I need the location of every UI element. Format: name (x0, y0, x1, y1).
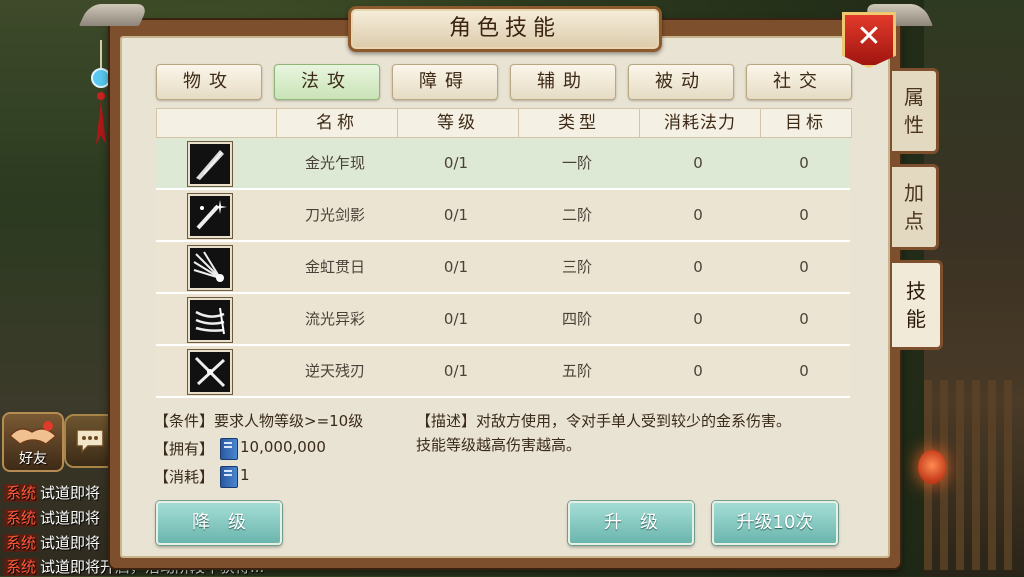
downgrade-button[interactable]: 降 级 (156, 501, 282, 545)
skill-name: 刀光剑影 (304, 206, 365, 224)
side-tab-label: 属 (904, 85, 924, 109)
tab-physical-attack[interactable]: 物攻 (156, 64, 262, 100)
side-tab-points[interactable]: 加 点 (892, 164, 939, 250)
side-tab-label: 能 (906, 307, 926, 331)
chat-line: 系统 试道即将 (4, 534, 101, 552)
chat-line: 系统 试道即将 (4, 484, 101, 502)
tab-magic-attack[interactable]: 法攻 (274, 64, 380, 100)
skill-type: 四阶 (561, 310, 592, 328)
owned-value: 10,000,000 (240, 438, 326, 456)
skill-book-icon (220, 438, 238, 460)
skill-target: 0 (799, 206, 809, 224)
upgrade-button[interactable]: 升 级 (568, 501, 694, 545)
skill-type: 五阶 (561, 362, 592, 380)
sparkle-blade-icon (188, 194, 232, 238)
chat-bubble-icon (76, 429, 104, 454)
cost-value: 1 (240, 466, 250, 484)
handshake-icon (8, 421, 58, 445)
table-row[interactable]: 金光乍现 0/1 一阶 0 0 (156, 138, 850, 190)
side-tab-label: 性 (904, 113, 924, 137)
description-line-1: 【描述】对敌方使用，令对手单人受到较少的金系伤害。 (416, 412, 792, 430)
page-title: 角色技能 (448, 16, 561, 41)
owned-label: 【拥有】 (154, 440, 215, 458)
side-tab-label: 加 (904, 181, 924, 205)
side-tab-skills[interactable]: 技 能 (892, 260, 943, 350)
table-row[interactable]: 逆天残刃 0/1 五阶 0 0 (156, 346, 850, 398)
skill-target: 0 (799, 154, 809, 172)
tab-social[interactable]: 社交 (746, 64, 852, 100)
side-tab-attributes[interactable]: 属 性 (892, 68, 939, 154)
skill-level: 0/1 (443, 310, 469, 328)
side-tab-label: 点 (904, 209, 924, 233)
condition-text: 【条件】要求人物等级>=10级 (154, 412, 364, 430)
table-row[interactable]: 金虹贯日 0/1 三阶 0 0 (156, 242, 850, 294)
spear-strike-icon (188, 142, 232, 186)
table-header: 名称 等级 类型 消耗法力 目标 (156, 108, 852, 138)
column-header-type: 类型 (518, 109, 639, 137)
skill-type: 二阶 (561, 206, 592, 224)
skills-table: 名称 等级 类型 消耗法力 目标 金光乍现 0/1 一阶 0 0 刀光剑影 0/… (156, 108, 852, 398)
tab-passive[interactable]: 被动 (628, 64, 734, 100)
column-header-mana: 消耗法力 (639, 109, 760, 137)
table-row[interactable]: 流光异彩 0/1 四阶 0 0 (156, 294, 850, 346)
skill-type: 三阶 (561, 258, 592, 276)
skill-name: 逆天残刃 (304, 362, 365, 380)
cost-label: 【消耗】 (154, 468, 215, 486)
side-tab-label: 技 (906, 279, 926, 303)
table-row[interactable]: 刀光剑影 0/1 二阶 0 0 (156, 190, 850, 242)
skill-mana: 0 (693, 154, 703, 172)
panel-corner-left (78, 4, 150, 26)
column-header-level: 等级 (397, 109, 518, 137)
trident-flow-icon (188, 298, 232, 342)
description-line-2: 技能等级越高伤害越高。 (416, 436, 582, 454)
cross-blades-icon (188, 350, 232, 394)
skill-mana: 0 (693, 362, 703, 380)
lantern-icon (918, 450, 946, 484)
friend-button[interactable]: 好友 (2, 412, 64, 472)
column-header-target: 目标 (760, 109, 851, 137)
skill-name: 金光乍现 (304, 154, 365, 172)
tab-obstruction[interactable]: 障碍 (392, 64, 498, 100)
skill-mana: 0 (693, 310, 703, 328)
skill-mana: 0 (693, 258, 703, 276)
close-icon: ✕ (856, 19, 882, 54)
skill-target: 0 (799, 362, 809, 380)
upgrade-10-times-button[interactable]: 升级10次 (712, 501, 838, 545)
skill-name: 流光异彩 (304, 310, 365, 328)
skill-type: 一阶 (561, 154, 592, 172)
chat-line: 系统 试道即将 (4, 509, 101, 527)
skill-level: 0/1 (443, 206, 469, 224)
skill-mana: 0 (693, 206, 703, 224)
skill-level: 0/1 (443, 258, 469, 276)
friend-label: 好友 (19, 451, 47, 467)
skill-name: 金虹贯日 (304, 258, 365, 276)
sun-blades-icon (188, 246, 232, 290)
skill-level: 0/1 (443, 362, 469, 380)
title-plate: 角色技能 (348, 6, 662, 52)
column-header-icon (157, 109, 275, 137)
skill-level: 0/1 (443, 154, 469, 172)
skill-book-icon (220, 466, 238, 488)
skill-target: 0 (799, 258, 809, 276)
tab-support[interactable]: 辅助 (510, 64, 616, 100)
chat-button[interactable] (64, 414, 116, 468)
skill-target: 0 (799, 310, 809, 328)
column-header-name: 名称 (276, 109, 397, 137)
